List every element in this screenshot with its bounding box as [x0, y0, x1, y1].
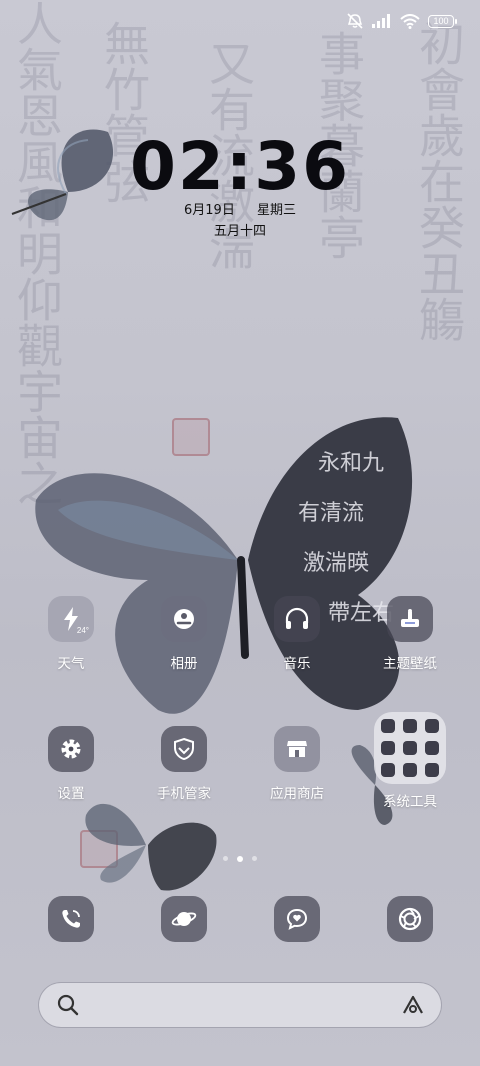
page-dot[interactable] [223, 856, 228, 861]
weekday-text: 星期三 [256, 203, 296, 218]
app-label: 天气 [57, 656, 85, 672]
folder-app-icon [425, 763, 439, 777]
search-input[interactable] [89, 991, 393, 1021]
folder-app-icon [425, 741, 439, 755]
lunar-date: 五月十四 [213, 224, 266, 239]
butterfly-decoration [85, 803, 217, 891]
gallery-icon[interactable] [161, 596, 207, 642]
app-label: 主题壁纸 [383, 656, 437, 672]
app-label: 相册 [170, 656, 198, 672]
folder-system-tools[interactable]: 系统工具 [360, 712, 460, 810]
folder-app-icon [403, 741, 417, 755]
search-icon[interactable] [57, 994, 79, 1020]
app-label: 应用商店 [270, 786, 324, 802]
notifications-muted-icon [346, 13, 364, 29]
svg-text:有清流: 有清流 [298, 501, 364, 526]
app-themes[interactable]: 主题壁纸 [360, 596, 460, 672]
phone-icon[interactable] [48, 896, 94, 942]
app-weather[interactable]: 24° 天气 [21, 596, 121, 672]
search-bar[interactable] [38, 982, 442, 1028]
status-bar: 100 [346, 10, 457, 32]
folder-app-icon [403, 763, 417, 777]
folder-app-icon [381, 741, 395, 755]
folder-app-icon [381, 763, 395, 777]
app-store[interactable]: 应用商店 [247, 726, 347, 802]
app-settings[interactable]: 设置 [21, 726, 121, 802]
svg-text:永和九: 永和九 [318, 451, 384, 476]
store-icon[interactable] [274, 726, 320, 772]
app-label: 音乐 [283, 656, 311, 672]
weather-bolt-icon[interactable]: 24° [48, 596, 94, 642]
svg-text:激湍暎: 激湍暎 [303, 551, 369, 576]
app-music[interactable]: 音乐 [247, 596, 347, 672]
camera-aperture-icon[interactable] [387, 896, 433, 942]
dock-messages[interactable] [247, 896, 347, 942]
battery-icon: 100 [428, 14, 457, 28]
folder-icon[interactable] [374, 712, 446, 784]
app-security[interactable]: 手机管家 [134, 726, 234, 802]
signal-icon [372, 14, 392, 28]
wallpaper-calligraphy: 人氣恩風和明仰觀宇宙之 [10, 0, 64, 506]
dock-phone[interactable] [21, 896, 121, 942]
folder-app-icon [403, 719, 417, 733]
app-label: 设置 [57, 786, 85, 802]
theme-brush-icon[interactable] [387, 596, 433, 642]
messages-icon[interactable] [274, 896, 320, 942]
folder-app-icon [425, 719, 439, 733]
clock-time[interactable]: 02:36 [0, 128, 480, 205]
security-shield-icon[interactable] [161, 726, 207, 772]
app-label: 系统工具 [383, 794, 437, 810]
butterfly-decoration: 永和九 有清流 激湍暎 帶左右 [35, 417, 413, 714]
dock-browser[interactable] [134, 896, 234, 942]
app-gallery[interactable]: 相册 [134, 596, 234, 672]
gear-icon[interactable] [48, 726, 94, 772]
folder-app-icon [381, 719, 395, 733]
date-text: 6月19日 [184, 203, 235, 218]
browser-planet-icon[interactable] [161, 896, 207, 942]
wifi-icon [400, 13, 420, 29]
page-indicator[interactable] [0, 855, 480, 862]
wallpaper-seal [172, 418, 210, 456]
weather-temperature: 24° [76, 626, 89, 635]
page-dot-active[interactable] [237, 855, 243, 862]
dock-camera[interactable] [360, 896, 460, 942]
clock-date: 6月19日 星期三 [0, 199, 480, 218]
wallpaper-seal [80, 830, 118, 868]
headphones-icon[interactable] [274, 596, 320, 642]
app-label: 手机管家 [157, 786, 211, 802]
page-dot[interactable] [252, 856, 257, 861]
assistant-icon[interactable] [401, 994, 425, 1020]
